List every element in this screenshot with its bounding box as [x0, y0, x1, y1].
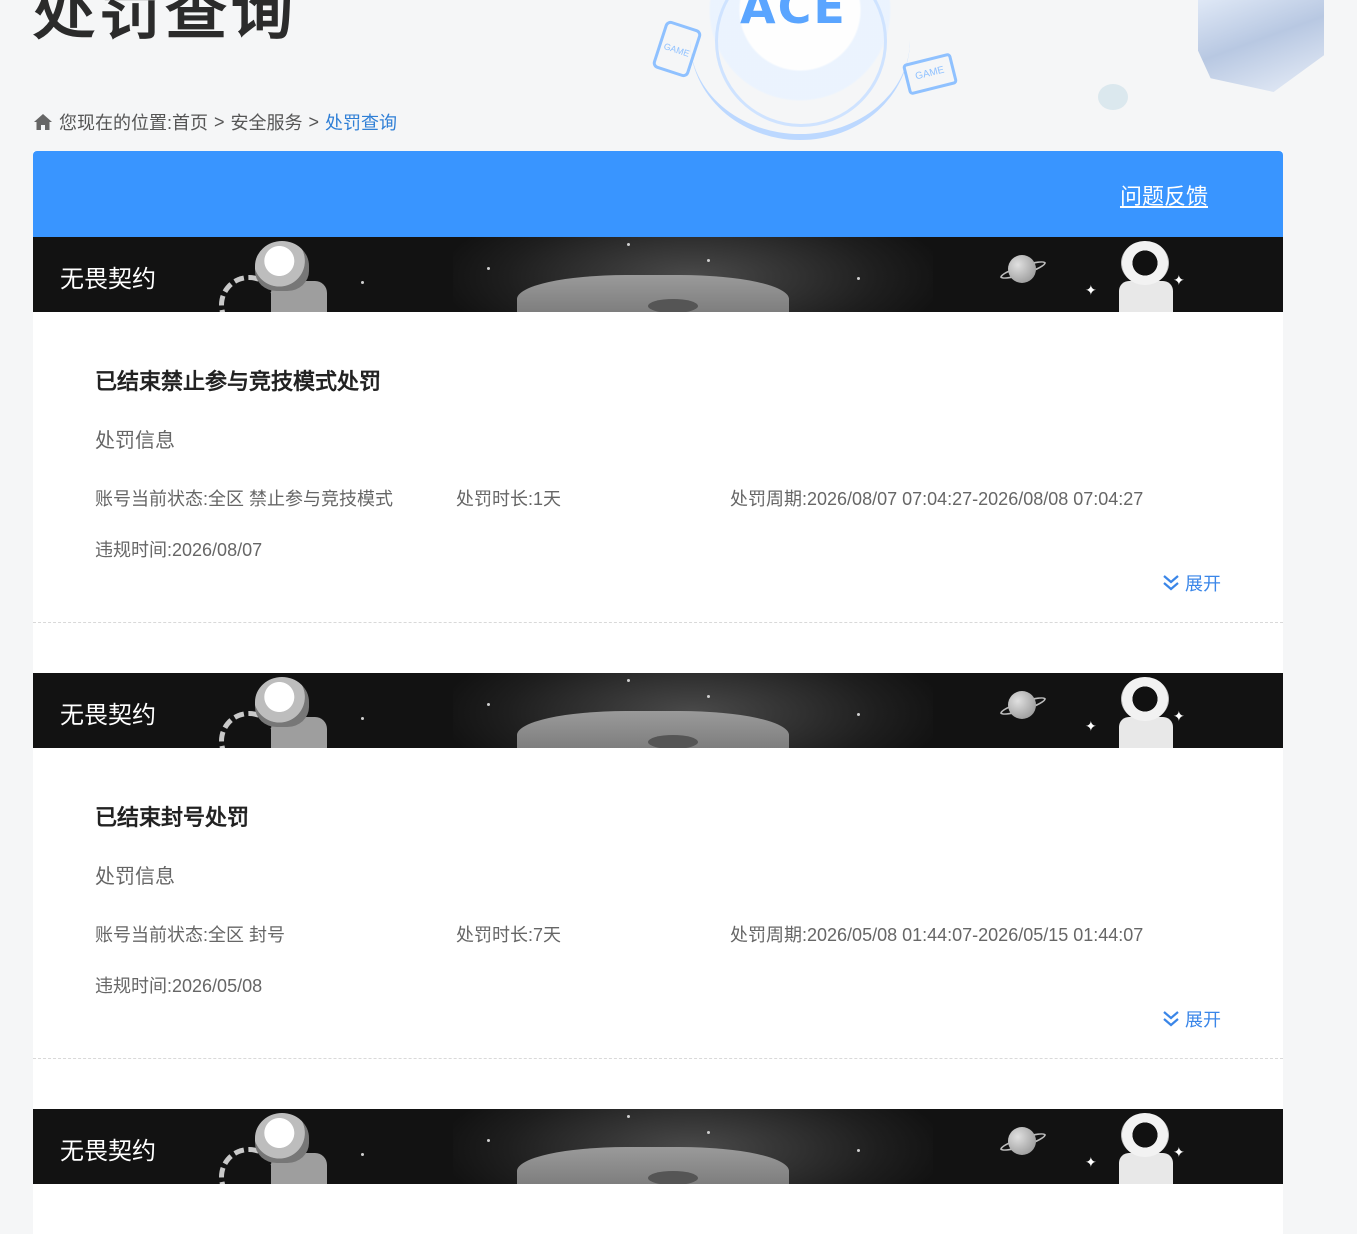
punishment-record: 已结束封号处罚 处罚信息 账号当前状态:全区 封号 处罚时长:7天 处罚周期:2…: [33, 748, 1283, 1059]
breadcrumb-current: 处罚查询: [325, 113, 398, 133]
game-banner: ✦ ✦ 无畏契约: [33, 1109, 1283, 1184]
bubble-decoration: [1098, 84, 1128, 110]
record-title: 已结束禁止参与竞技模式处罚: [95, 369, 382, 394]
astronaut-left-icon: [255, 241, 309, 291]
record-subtitle: 处罚信息: [95, 430, 175, 452]
chevron-double-down-icon: [1163, 1011, 1179, 1027]
duration-field: 处罚时长:7天: [456, 921, 561, 947]
page-title: 处罚查询: [33, 0, 298, 47]
sparkle-icon: ✦: [1085, 282, 1097, 298]
home-icon: [34, 114, 52, 130]
expand-button[interactable]: 展开: [1161, 570, 1221, 596]
sparkle-icon: ✦: [1173, 272, 1185, 288]
star-decoration: [857, 277, 860, 280]
breadcrumb-home-link[interactable]: 首页: [172, 109, 208, 135]
account-status-field: 账号当前状态:全区 禁止参与竞技模式: [95, 485, 393, 511]
star-decoration: [361, 717, 364, 720]
star-decoration: [361, 281, 364, 284]
game-banner: ✦ ✦ 无畏契约: [33, 673, 1283, 748]
duration-value: 7天: [533, 925, 562, 945]
astronaut-right-icon: [1121, 677, 1169, 721]
sparkle-icon: ✦: [1085, 1154, 1097, 1170]
chevron-double-down-icon: [1163, 575, 1179, 591]
game-banner: ✦ ✦ 无畏契约: [33, 237, 1283, 312]
duration-field: 处罚时长:1天: [456, 485, 561, 511]
account-status-value: 全区 封号: [208, 925, 286, 945]
punishment-panel: 问题反馈 ✦ ✦ 无畏契约 已结束禁止参与竞技模式处罚 处罚信息 账号当前状态:…: [33, 151, 1283, 1234]
feedback-link[interactable]: 问题反馈: [1120, 179, 1208, 211]
game-name: 无畏契约: [60, 266, 156, 293]
account-status-label: 账号当前状态:: [95, 925, 209, 945]
breadcrumb-separator: >: [214, 111, 225, 132]
panel-topbar: 问题反馈: [33, 151, 1283, 237]
expand-label: 展开: [1185, 1010, 1221, 1030]
breadcrumb-security-link[interactable]: 安全服务: [231, 109, 303, 135]
star-decoration: [487, 267, 490, 270]
star-decoration: [707, 259, 710, 262]
sparkle-icon: ✦: [1173, 708, 1185, 724]
violation-time-field: 违规时间:2026/08/07: [95, 536, 262, 562]
page: ACE GAME GAME 处罚查询 您现在的位置: 首页 > 安全服务 > 处…: [0, 0, 1357, 1234]
period-value: 2026/05/08 01:44:07-2026/05/15 01:44:07: [807, 925, 1144, 945]
astronaut-left-icon: [255, 1113, 309, 1163]
duration-value: 1天: [533, 489, 562, 509]
crater-decoration: [648, 1171, 698, 1184]
record-gap: [33, 1059, 1283, 1109]
violation-time-label: 违规时间:: [95, 540, 173, 560]
violation-time-value: 2026/05/08: [172, 976, 263, 996]
game-name: 无畏契约: [60, 702, 156, 729]
character-artwork: [1198, 0, 1324, 92]
period-label: 处罚周期:: [730, 489, 808, 509]
account-status-label: 账号当前状态:: [95, 489, 209, 509]
violation-time-field: 违规时间:2026/05/08: [95, 972, 262, 998]
violation-time-label: 违规时间:: [95, 976, 173, 996]
star-decoration: [857, 713, 860, 716]
record-gap: [33, 623, 1283, 673]
astronaut-right-icon: [1121, 241, 1169, 285]
duration-label: 处罚时长:: [456, 489, 534, 509]
violation-time-value: 2026/08/07: [172, 540, 263, 560]
breadcrumb: 您现在的位置: 首页 > 安全服务 > 处罚查询: [33, 110, 397, 134]
period-field: 处罚周期:2026/05/08 01:44:07-2026/05/15 01:4…: [730, 921, 1143, 947]
ace-logo: ACE: [740, 0, 847, 28]
star-decoration: [361, 1153, 364, 1156]
star-decoration: [707, 695, 710, 698]
astronaut-right-icon: [1121, 1113, 1169, 1157]
astronaut-body-decoration: [1119, 1153, 1173, 1184]
star-decoration: [627, 243, 630, 246]
breadcrumb-separator: >: [308, 111, 320, 132]
star-decoration: [707, 1131, 710, 1134]
breadcrumb-prefix: 您现在的位置:: [59, 113, 173, 133]
duration-label: 处罚时长:: [456, 925, 534, 945]
astronaut-left-icon: [255, 677, 309, 727]
astronaut-body-decoration: [1119, 281, 1173, 312]
crater-decoration: [648, 299, 698, 312]
astronaut-body-decoration: [1119, 717, 1173, 748]
star-decoration: [627, 679, 630, 682]
record-title: 已结束封号处罚: [95, 805, 250, 830]
expand-button[interactable]: 展开: [1161, 1006, 1221, 1032]
planet-icon: [1008, 255, 1036, 283]
period-value: 2026/08/07 07:04:27-2026/08/08 07:04:27: [807, 489, 1144, 509]
record-subtitle: 处罚信息: [95, 866, 175, 888]
account-status-value: 全区 禁止参与竞技模式: [208, 489, 394, 509]
planet-icon: [1008, 691, 1036, 719]
punishment-record: 已结束禁止参与竞技模式处罚 处罚信息 账号当前状态:全区 禁止参与竞技模式 处罚…: [33, 312, 1283, 623]
period-label: 处罚周期:: [730, 925, 808, 945]
expand-label: 展开: [1185, 574, 1221, 594]
period-field: 处罚周期:2026/08/07 07:04:27-2026/08/08 07:0…: [730, 485, 1143, 511]
sparkle-icon: ✦: [1085, 718, 1097, 734]
sparkle-icon: ✦: [1173, 1144, 1185, 1160]
star-decoration: [487, 703, 490, 706]
star-decoration: [627, 1115, 630, 1118]
star-decoration: [487, 1139, 490, 1142]
star-decoration: [857, 1149, 860, 1152]
planet-icon: [1008, 1127, 1036, 1155]
account-status-field: 账号当前状态:全区 封号: [95, 921, 285, 947]
game-name: 无畏契约: [60, 1138, 156, 1165]
crater-decoration: [648, 735, 698, 748]
